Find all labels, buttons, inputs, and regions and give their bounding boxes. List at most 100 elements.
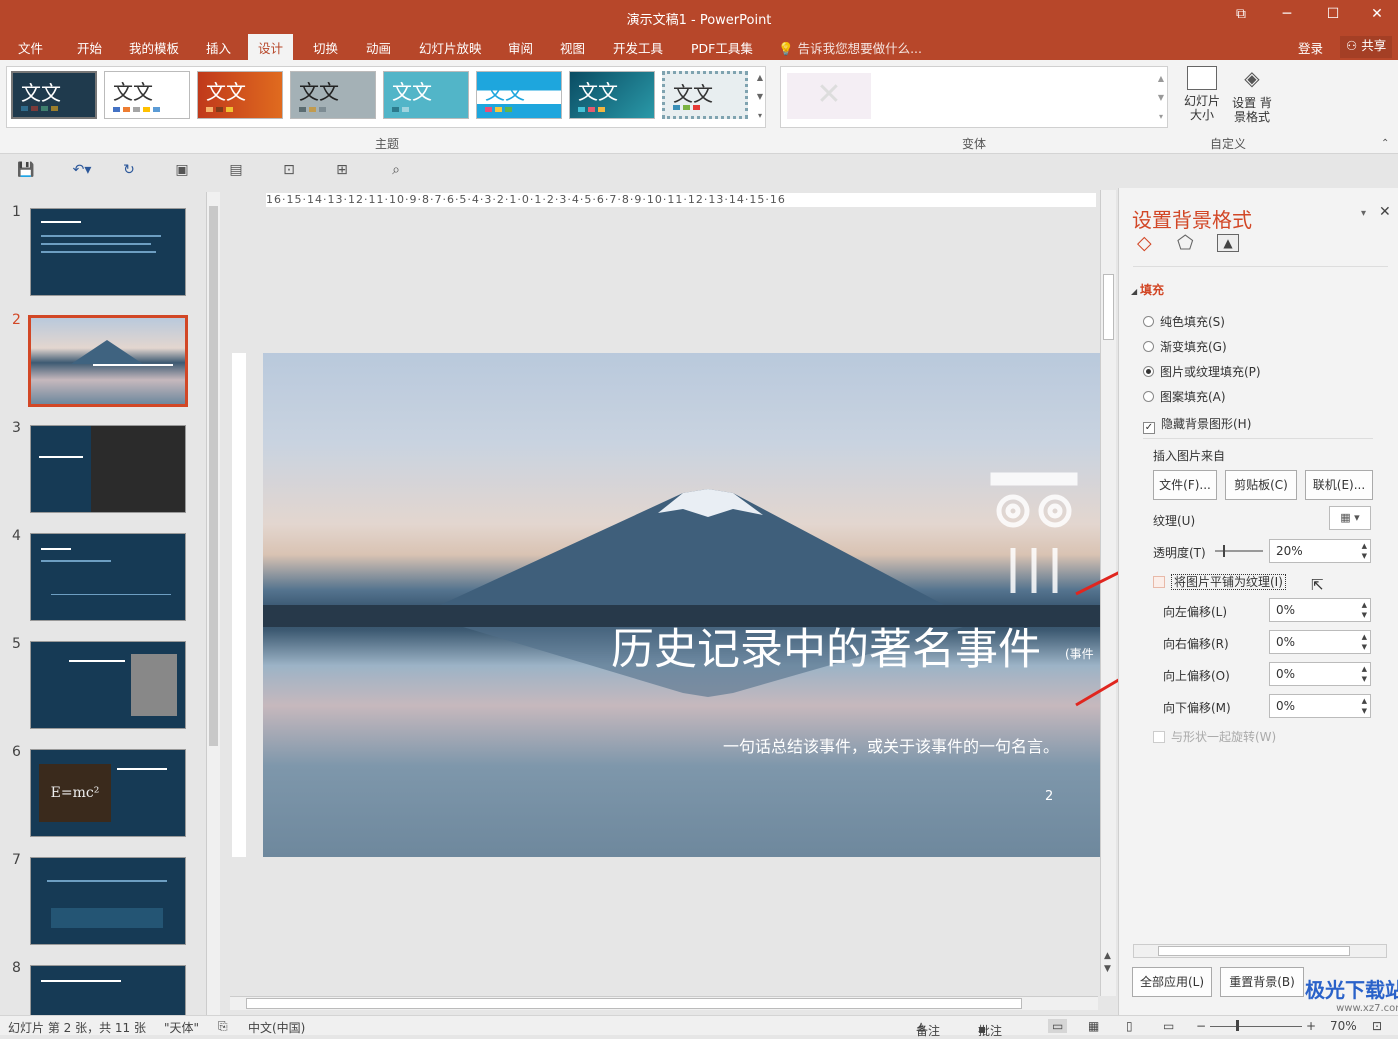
checkbox-tile-texture[interactable]: 将图片平铺为纹理(I) (1153, 573, 1286, 590)
spin-arrows-icon[interactable]: ▲ ▼ (1362, 632, 1367, 652)
share-button[interactable]: ⚇ 共享 (1340, 36, 1393, 58)
scrollbar-thumb[interactable] (1158, 946, 1350, 956)
minimize-button[interactable]: ─ (1275, 6, 1299, 26)
pane-options-icon[interactable]: ▾ (1361, 208, 1366, 219)
radio-pattern-fill[interactable]: 图案填充(A) (1143, 388, 1226, 405)
collapse-ribbon-icon[interactable]: ⌃ (1381, 138, 1389, 149)
fill-section-header[interactable]: ◢ 填充 (1131, 281, 1164, 298)
prev-next-slide-icon[interactable]: ▲ ▼ (1104, 950, 1111, 976)
maximize-button[interactable]: ☐ (1321, 6, 1345, 26)
slide-thumb-2[interactable] (28, 315, 188, 407)
tab-file[interactable]: 文件 (18, 38, 43, 57)
transparency-input[interactable]: 20% ▲ ▼ (1269, 539, 1371, 563)
canvas-horizontal-scrollbar[interactable] (230, 996, 1098, 1010)
close-button[interactable]: ✕ (1365, 6, 1389, 26)
print-preview-icon[interactable]: ⌕ (387, 162, 405, 180)
slide-thumb-7[interactable] (30, 857, 186, 945)
effects-tab-icon[interactable]: ⬠ (1177, 232, 1194, 254)
fit-slide-icon[interactable]: ⊡ (1372, 1019, 1382, 1033)
zoom-slider-handle[interactable] (1236, 1020, 1239, 1031)
tab-templates[interactable]: 我的模板 (129, 38, 179, 57)
present-from-start-icon[interactable]: ⊡ (280, 162, 298, 180)
new-slide-icon[interactable]: ▣ (173, 162, 191, 180)
apply-to-all-button[interactable]: 全部应用(L) (1132, 967, 1212, 997)
ribbon-display-icon[interactable]: ⧉ (1229, 6, 1253, 26)
radio-picture-fill[interactable]: 图片或纹理填充(P) (1143, 363, 1261, 380)
theme-thumb-6[interactable]: 文文 (476, 71, 562, 119)
zoom-slider[interactable] (1210, 1026, 1302, 1027)
offset-bottom-input[interactable]: 0% ▲ ▼ (1269, 694, 1371, 718)
checkbox-hide-bg[interactable]: ✓ 隐藏背景图形(H) (1143, 415, 1251, 434)
slide-thumb-5[interactable] (30, 641, 186, 729)
tab-transitions[interactable]: 切换 (313, 38, 338, 57)
normal-view-icon[interactable]: ▭ (1048, 1019, 1068, 1033)
slide-title[interactable]: 历史记录中的著名事件 (611, 615, 1041, 677)
login-link[interactable]: 登录 (1298, 38, 1323, 57)
reading-view-icon[interactable]: ▯ (1126, 1019, 1133, 1033)
slide-subtitle[interactable]: 一句话总结该事件，或关于该事件的一句名言。 (723, 733, 1059, 757)
slide-number-placeholder[interactable]: 2 (1045, 789, 1053, 804)
slide-canvas[interactable]: 历史记录中的著名事件 (事件 一句话总结该事件，或关于该事件的一句名言。 2 (263, 353, 1100, 857)
slider-handle[interactable] (1223, 545, 1225, 557)
pane-horizontal-scrollbar[interactable] (1133, 944, 1387, 958)
zoom-level[interactable]: 70% (1330, 1019, 1357, 1033)
save-icon[interactable]: 💾 (17, 162, 35, 180)
tab-pdf-tools[interactable]: PDF工具集 (691, 38, 753, 57)
spin-arrows-icon[interactable]: ▲ ▼ (1362, 541, 1367, 561)
insert-file-button[interactable]: 文件(F)... (1153, 470, 1217, 500)
variant-thumb[interactable]: ✕ (787, 73, 871, 119)
format-background-button[interactable]: ◈ 设置 背景格式 (1228, 64, 1276, 134)
theme-thumb-3[interactable]: 文文 (197, 71, 283, 119)
slide-thumb-6[interactable]: E=mc² (30, 749, 186, 837)
slide-size-button[interactable]: 幻灯片 大小 (1178, 64, 1226, 134)
radio-button[interactable] (1143, 391, 1154, 402)
scrollbar-thumb[interactable] (209, 206, 218, 746)
theme-thumb-7[interactable]: 文文 (569, 71, 655, 119)
offset-top-input[interactable]: 0% ▲ ▼ (1269, 662, 1371, 686)
radio-button[interactable] (1143, 341, 1154, 352)
present-current-icon[interactable]: ⊞ (333, 162, 351, 180)
offset-left-input[interactable]: 0% ▲ ▼ (1269, 598, 1371, 622)
tab-home[interactable]: 开始 (77, 38, 102, 57)
checkbox[interactable] (1153, 576, 1165, 588)
variant-gallery-scroll[interactable]: ▲ ▼ ▾ (1155, 69, 1167, 127)
slide-thumb-8[interactable] (30, 965, 186, 1015)
radio-button[interactable] (1143, 316, 1154, 327)
spin-arrows-icon[interactable]: ▲ ▼ (1362, 696, 1367, 716)
layout-icon[interactable]: ▤ (227, 162, 245, 180)
tab-developer[interactable]: 开发工具 (613, 38, 663, 57)
tab-design[interactable]: 设计 (248, 34, 294, 60)
offset-right-input[interactable]: 0% ▲ ▼ (1269, 630, 1371, 654)
slide-thumb-3[interactable] (30, 425, 186, 513)
redo-icon[interactable]: ↻ (120, 162, 138, 180)
radio-gradient-fill[interactable]: 渐变填充(G) (1143, 338, 1227, 355)
pane-close-icon[interactable]: ✕ (1379, 204, 1391, 220)
zoom-out-icon[interactable]: − (1196, 1019, 1206, 1033)
undo-icon[interactable]: ↶▾ (66, 162, 98, 180)
theme-gallery-scroll[interactable]: ▲ ▼ ▾ (754, 68, 766, 126)
tab-insert[interactable]: 插入 (206, 38, 231, 57)
radio-button[interactable] (1143, 366, 1154, 377)
language-status[interactable]: 中文(中国) (248, 1019, 305, 1036)
scrollbar-thumb[interactable] (246, 998, 1022, 1009)
spin-arrows-icon[interactable]: ▲ ▼ (1362, 600, 1367, 620)
tab-slideshow[interactable]: 幻灯片放映 (419, 38, 482, 57)
theme-thumb-1[interactable]: 文文 (11, 71, 97, 119)
theme-thumb-4[interactable]: 文文 (290, 71, 376, 119)
texture-dropdown[interactable]: ▦ ▾ (1329, 506, 1371, 530)
tab-view[interactable]: 视图 (560, 38, 585, 57)
slide-thumb-4[interactable] (30, 533, 186, 621)
transparency-slider[interactable] (1215, 545, 1263, 557)
slideshow-view-icon[interactable]: ▭ (1163, 1019, 1174, 1033)
insert-clipboard-button[interactable]: 剪贴板(C) (1225, 470, 1297, 500)
theme-thumb-2[interactable]: 文文 (104, 71, 190, 119)
insert-online-button[interactable]: 联机(E)... (1305, 470, 1373, 500)
slide-thumb-1[interactable] (30, 208, 186, 296)
theme-thumb-8[interactable]: 文文 (662, 71, 748, 119)
theme-thumb-5[interactable]: 文文 (383, 71, 469, 119)
scrollbar-thumb[interactable] (1103, 274, 1114, 340)
reset-background-button[interactable]: 重置背景(B) (1220, 967, 1304, 997)
picture-tab-icon[interactable]: ▲ (1217, 234, 1239, 252)
fill-tab-icon[interactable]: ◇ (1137, 232, 1152, 254)
zoom-in-icon[interactable]: + (1306, 1019, 1316, 1033)
